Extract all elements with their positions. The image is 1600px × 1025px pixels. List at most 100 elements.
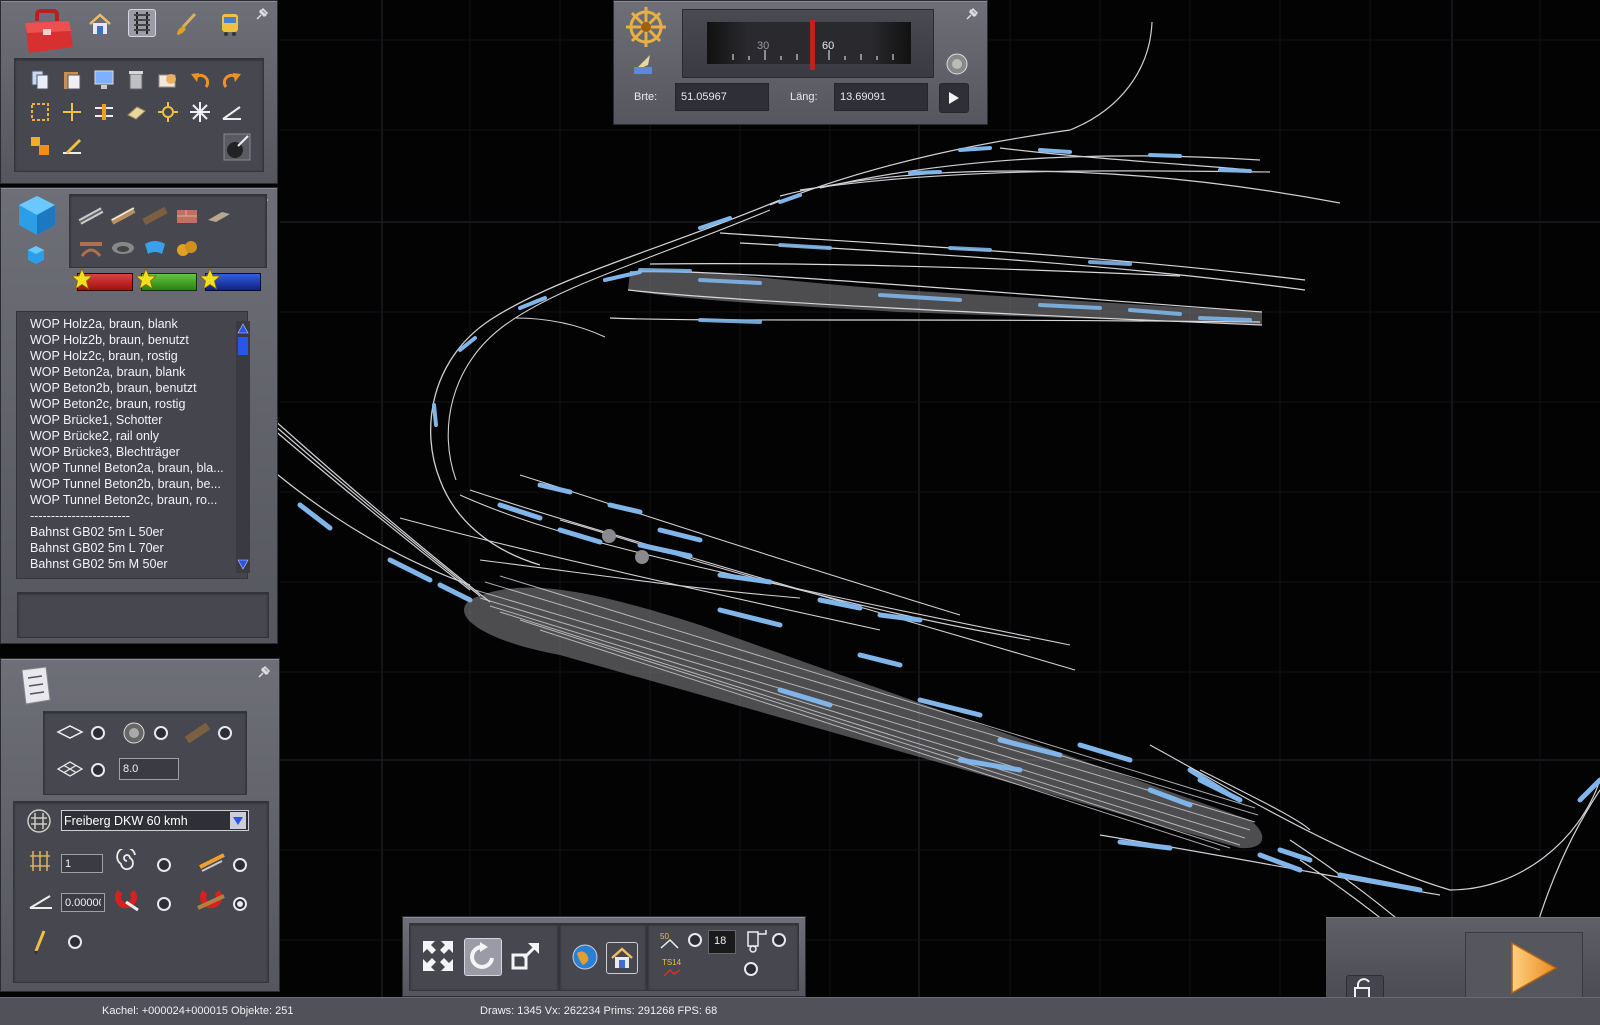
track-editor-icon[interactable] <box>128 9 156 37</box>
rotate-view-icon[interactable] <box>464 938 502 976</box>
undo-icon[interactable] <box>187 67 213 93</box>
sleeper-radio[interactable] <box>218 726 232 740</box>
scroll-down-icon[interactable] <box>237 559 249 571</box>
list-item[interactable]: WOP Holz2a, braun, blank <box>30 316 247 332</box>
list-item[interactable]: WOP Tunnel Beton2b, braun, be... <box>30 476 247 492</box>
compass-tick-30: 30 <box>757 40 770 52</box>
chevron-down-icon[interactable] <box>230 812 246 829</box>
longitude-label: Läng: <box>790 91 818 103</box>
count-input[interactable] <box>61 854 103 873</box>
scroll-thumb[interactable] <box>238 337 248 355</box>
pin-icon[interactable] <box>965 7 979 21</box>
list-item[interactable]: WOP Holz2b, braun, benutzt <box>30 332 247 348</box>
delete-bin-icon[interactable] <box>123 67 149 93</box>
latitude-field[interactable] <box>675 83 769 111</box>
cube-large-icon[interactable] <box>15 194 59 238</box>
objects-icon[interactable] <box>27 133 53 159</box>
track-rule-dropdown[interactable]: Freiberg DKW 60 kmh <box>61 810 249 831</box>
list-item[interactable]: WOP Brücke3, Blechträger <box>30 444 247 460</box>
snap-icon[interactable] <box>155 99 181 125</box>
gauge-input[interactable] <box>119 758 179 780</box>
list-item[interactable]: WOP Tunnel Beton2c, braun, ro... <box>30 492 247 508</box>
station-yard <box>464 575 1263 851</box>
star-icon <box>71 268 93 290</box>
start-driving-button[interactable] <box>1505 940 1561 996</box>
object-list-scrollbar[interactable] <box>236 321 250 573</box>
toolbox-icon[interactable] <box>19 7 75 57</box>
sleeper-category-icon[interactable] <box>142 203 168 229</box>
paint-brush-icon[interactable] <box>173 11 199 37</box>
resize-view-icon[interactable] <box>508 938 544 974</box>
magnet-track-icon <box>197 890 225 910</box>
paste-icon[interactable] <box>59 67 85 93</box>
home-icon[interactable] <box>87 11 113 37</box>
go-to-coordinates-button[interactable] <box>939 83 969 113</box>
longitude-field[interactable] <box>834 83 928 111</box>
list-item[interactable]: WOP Beton2a, braun, blank <box>30 364 247 380</box>
list-item[interactable]: Bahnst GB02 5m L 50er <box>30 524 247 540</box>
switch-tool-radio[interactable] <box>233 858 247 872</box>
list-item[interactable]: WOP Holz2c, braun, rostig <box>30 348 247 364</box>
map-pointer-icon[interactable] <box>630 51 656 77</box>
eraser-icon[interactable] <box>123 99 149 125</box>
marquee-select-icon[interactable] <box>27 99 53 125</box>
fit-view-icon[interactable] <box>420 938 456 974</box>
lens-radio[interactable] <box>154 726 168 740</box>
wall-category-icon[interactable] <box>174 203 200 229</box>
track-category-icon[interactable] <box>78 203 104 229</box>
compass-rose-icon[interactable] <box>624 5 668 49</box>
water-category-icon[interactable] <box>142 235 168 261</box>
magnet-track-radio[interactable] <box>233 897 247 911</box>
measure-icon[interactable] <box>59 133 85 159</box>
globe-icon[interactable] <box>570 942 600 972</box>
cube-small-icon[interactable] <box>23 242 49 268</box>
eastern-exit-highlight <box>1117 777 1600 893</box>
pin-icon[interactable] <box>255 7 269 21</box>
train-icon[interactable] <box>217 11 243 37</box>
ts14-radio[interactable] <box>744 962 758 976</box>
object-list[interactable]: WOP Holz2a, braun, blank WOP Holz2b, bra… <box>16 311 248 579</box>
ts14-icon <box>663 968 681 977</box>
list-item[interactable]: Bahnst GB02 5m L 70er <box>30 540 247 556</box>
angle-input[interactable] <box>61 893 105 912</box>
scroll-up-icon[interactable] <box>237 322 249 334</box>
surface-radio[interactable] <box>91 726 105 740</box>
list-item[interactable]: WOP Brücke2, rail only <box>30 428 247 444</box>
move-point-icon[interactable] <box>59 99 85 125</box>
list-item[interactable]: WOP Beton2b, braun, benutzt <box>30 380 247 396</box>
switch-marker[interactable] <box>635 550 649 564</box>
monitor-icon[interactable] <box>91 67 117 93</box>
copy-icon[interactable] <box>27 67 53 93</box>
list-item[interactable]: WOP Tunnel Beton2a, braun, bla... <box>30 460 247 476</box>
spiral-radio[interactable] <box>157 858 171 872</box>
object-list-items: WOP Holz2a, braun, blank WOP Holz2b, bra… <box>17 312 247 572</box>
switch-marker[interactable] <box>602 529 616 543</box>
angle-icon[interactable] <box>219 99 245 125</box>
magnet-radio[interactable] <box>157 897 171 911</box>
rail-category-icon[interactable] <box>110 203 136 229</box>
split-track-icon[interactable] <box>91 99 117 125</box>
signal-radio[interactable] <box>772 933 786 947</box>
magnet-icon <box>115 890 139 912</box>
speed-radio[interactable] <box>688 933 702 947</box>
net-radio[interactable] <box>91 763 105 777</box>
list-item[interactable]: Bahnst GB02 5m M 50er <box>30 556 247 572</box>
compass-strip[interactable]: 30 60 <box>682 9 934 78</box>
platform-category-icon[interactable] <box>206 203 232 229</box>
camera-reset-icon[interactable] <box>944 51 970 77</box>
bridge-category-icon[interactable] <box>78 235 104 261</box>
checklist-icon[interactable] <box>15 663 55 707</box>
pencil-radio[interactable] <box>68 935 82 949</box>
select-region-icon[interactable] <box>155 67 181 93</box>
pin-icon[interactable] <box>257 665 271 679</box>
number-field[interactable]: 18 <box>708 930 736 954</box>
center-icon[interactable] <box>187 99 213 125</box>
misc-category-icon[interactable] <box>174 235 200 261</box>
tunnel-category-icon[interactable] <box>110 235 136 261</box>
spiral-icon <box>116 849 136 871</box>
home-view-icon[interactable] <box>606 942 638 974</box>
list-item[interactable]: WOP Brücke1, Schotter <box>30 412 247 428</box>
weather-icon[interactable] <box>221 131 253 163</box>
redo-icon[interactable] <box>219 67 245 93</box>
list-item[interactable]: WOP Beton2c, braun, rostig <box>30 396 247 412</box>
